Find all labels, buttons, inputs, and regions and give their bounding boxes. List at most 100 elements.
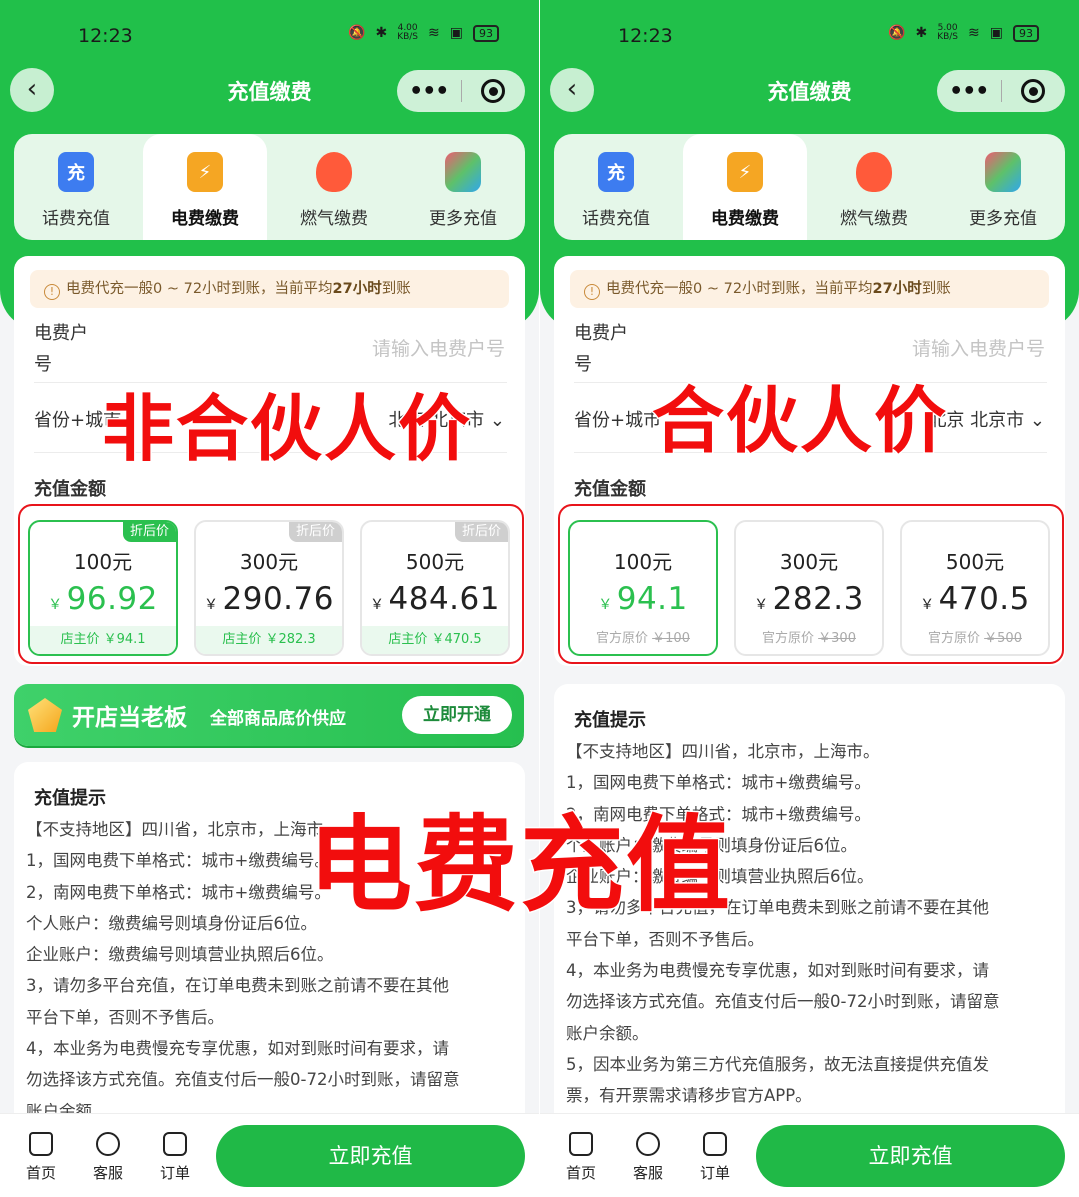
face-value: 100元 <box>613 550 673 574</box>
flame-icon <box>856 152 892 192</box>
tab-more-recharge[interactable]: 更多充值 <box>941 134 1065 240</box>
tab-orders[interactable]: 订单 <box>690 1132 740 1183</box>
bottom-tab-bar: 首页 客服 订单 立即充值 <box>540 1113 1079 1197</box>
tips-line: 勿选择该方式充值。充值支付后一般0-72小时到账，请留意 <box>26 1070 460 1090</box>
order-list-icon <box>163 1132 187 1156</box>
arrival-notice: ! 电费代充一般0 ~ 72小时到账，当前平均27小时到账 <box>30 270 509 308</box>
tips-line: 票，有开票需求请移步官方APP。 <box>566 1086 812 1106</box>
recharge-now-button[interactable]: 立即充值 <box>216 1125 525 1187</box>
bottom-tab-bar: 首页 客服 订单 立即充值 <box>0 1113 539 1197</box>
warning-icon: ! <box>44 284 60 300</box>
battery-indicator: 93 <box>473 24 499 42</box>
banner-title: 开店当老板 <box>72 705 187 731</box>
category-tabs: 充 话费充值 ⚡ 电费缴费 燃气缴费 更多充值 <box>14 134 525 240</box>
face-value: 300元 <box>779 550 839 574</box>
tab-orders[interactable]: 订单 <box>150 1132 200 1183</box>
overlay-electricity-recharge: 电费充值 <box>306 803 733 928</box>
mute-icon: 🔕 <box>348 25 366 41</box>
tab-label: 燃气缴费 <box>840 209 908 229</box>
tab-phone-recharge[interactable]: 充 话费充值 <box>554 134 678 240</box>
tips-title: 充值提示 <box>574 710 646 731</box>
bluetooth-icon: ✱ <box>375 25 388 41</box>
sale-price: ￥ 282.3 <box>754 581 864 617</box>
amount-option-100[interactable]: 折后价 100元 ￥ 96.92 店主价 ￥94.1 <box>28 520 178 656</box>
owner-price: 店主价 ￥470.5 <box>362 626 508 654</box>
amount-option-500[interactable]: 折后价 500元 ￥ 484.61 店主价 ￥470.5 <box>360 520 510 656</box>
sim-icon: ▣ <box>449 25 463 41</box>
tab-service[interactable]: 客服 <box>623 1132 673 1183</box>
home-icon <box>29 1132 53 1156</box>
amount-label: 充值金额 <box>574 479 646 500</box>
status-time: 12:23 <box>78 25 133 47</box>
network-speed: 5.00 KB/S <box>937 23 959 42</box>
tab-more-recharge[interactable]: 更多充值 <box>401 134 525 240</box>
tab-gas[interactable]: 燃气缴费 <box>812 134 936 240</box>
recharge-now-button[interactable]: 立即充值 <box>756 1125 1065 1187</box>
tab-electricity[interactable]: ⚡ 电费缴费 <box>143 134 267 240</box>
face-value: 500元 <box>405 550 465 574</box>
status-bar: 12:23 🔕 ✱ 5.00 KB/S ≋ ▣ 93 <box>540 0 1079 70</box>
open-store-banner[interactable]: 开店当老板 全部商品底价供应 立即开通 <box>14 684 524 746</box>
owner-price: 店主价 ￥282.3 <box>196 626 342 654</box>
open-now-button[interactable]: 立即开通 <box>402 696 512 734</box>
account-input[interactable] <box>795 334 1045 364</box>
phone-recharge-icon: 充 <box>58 152 94 192</box>
status-icons: 🔕 ✱ 4.00 KB/S ≋ ▣ 93 <box>348 24 499 42</box>
nav-bar: ‹ 充值缴费 ••• <box>0 68 539 114</box>
tips-line: 账户余额。 <box>566 1023 649 1043</box>
tab-service[interactable]: 客服 <box>83 1132 133 1183</box>
apps-icon <box>445 152 481 192</box>
more-options-button[interactable]: ••• <box>397 79 461 104</box>
battery-indicator: 93 <box>1013 24 1039 42</box>
status-bar: 12:23 🔕 ✱ 4.00 KB/S ≋ ▣ 93 <box>0 0 539 70</box>
phone-recharge-icon: 充 <box>598 152 634 192</box>
amount-option-300[interactable]: 折后价 300元 ￥ 290.76 店主价 ￥282.3 <box>194 520 344 656</box>
target-icon <box>481 79 506 103</box>
official-price: 官方原价 ￥100 <box>596 631 690 646</box>
tab-label: 电费缴费 <box>171 209 239 229</box>
lightning-icon: ⚡ <box>727 152 763 192</box>
tips-line: 勿选择该方式充值。充值支付后一般0-72小时到账，请留意 <box>566 992 1000 1012</box>
banner-subtitle: 全部商品底价供应 <box>210 709 346 729</box>
sale-price: ￥ 290.76 <box>204 581 334 617</box>
diamond-crown-icon <box>28 698 62 732</box>
tab-gas[interactable]: 燃气缴费 <box>272 134 396 240</box>
tab-home[interactable]: 首页 <box>16 1132 66 1183</box>
tips-line: 企业账户：缴费编号则填营业执照后6位。 <box>26 945 334 965</box>
account-input[interactable] <box>255 334 505 364</box>
account-label: 电费户号 <box>574 323 628 375</box>
order-list-icon <box>703 1132 727 1156</box>
close-miniapp-button[interactable] <box>462 79 526 103</box>
amount-option-100[interactable]: 100元 ￥ 94.1 官方原价 ￥100 <box>568 520 718 656</box>
owner-price: 店主价 ￥94.1 <box>30 626 176 654</box>
amount-option-300[interactable]: 300元 ￥ 282.3 官方原价 ￥300 <box>734 520 884 656</box>
tips-line: 4，本业务为电费慢充专享优惠，如对到账时间有要求，请 <box>566 961 989 981</box>
mute-icon: 🔕 <box>888 25 906 41</box>
phone-screen-right: 12:23 🔕 ✱ 5.00 KB/S ≋ ▣ 93 ‹ 充值缴费 ••• 充 话… <box>540 0 1079 1197</box>
tab-phone-recharge[interactable]: 充 话费充值 <box>14 134 138 240</box>
tab-electricity[interactable]: ⚡ 电费缴费 <box>683 134 807 240</box>
status-time: 12:23 <box>618 25 673 47</box>
city-label: 省份+城市 <box>574 410 662 431</box>
tips-line: 3，请勿多平台充值，在订单电费未到账之前请不要在其他 <box>26 976 449 996</box>
home-icon <box>569 1132 593 1156</box>
discount-tag: 折后价 <box>122 522 176 542</box>
target-icon <box>1021 79 1046 103</box>
chevron-down-icon: ⌄ <box>1029 410 1045 431</box>
tab-label: 更多充值 <box>969 209 1037 229</box>
warning-icon: ! <box>584 284 600 300</box>
account-label: 电费户号 <box>34 323 88 375</box>
tab-label: 燃气缴费 <box>300 209 368 229</box>
discount-tag: 折后价 <box>288 522 342 542</box>
official-price: 官方原价 ￥300 <box>762 631 856 646</box>
phone-screen-left: 12:23 🔕 ✱ 4.00 KB/S ≋ ▣ 93 ‹ 充值缴费 ••• 充 话… <box>0 0 539 1197</box>
tips-line: 平台下单，否则不予售后。 <box>26 1007 224 1027</box>
chat-icon <box>96 1132 120 1156</box>
tab-home[interactable]: 首页 <box>556 1132 606 1183</box>
more-options-button[interactable]: ••• <box>937 79 1001 104</box>
tips-line: 【不支持地区】四川省，北京市，上海市。 <box>566 742 880 761</box>
close-miniapp-button[interactable] <box>1002 79 1066 103</box>
amount-label: 充值金额 <box>34 479 106 500</box>
chevron-down-icon: ⌄ <box>489 410 505 431</box>
amount-option-500[interactable]: 500元 ￥ 470.5 官方原价 ￥500 <box>900 520 1050 656</box>
